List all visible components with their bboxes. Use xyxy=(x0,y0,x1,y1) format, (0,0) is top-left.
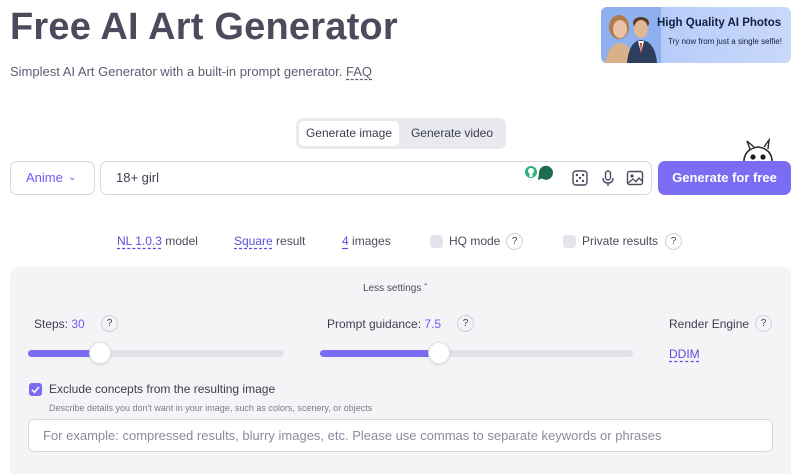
render-engine-label: Render Engine xyxy=(669,317,750,331)
page-title: Free AI Art Generator xyxy=(10,6,398,48)
steps-value: 30 xyxy=(71,317,85,331)
prompt-text: 18+ girl xyxy=(116,170,159,185)
dice-icon[interactable] xyxy=(571,169,589,187)
private-results-label: Private results xyxy=(582,234,659,248)
exclude-concepts-label: Exclude concepts from the resulting imag… xyxy=(49,382,276,396)
hq-mode-help-icon[interactable]: ? xyxy=(506,233,523,250)
guidance-slider[interactable] xyxy=(320,342,633,364)
images-suffix: images xyxy=(352,234,391,248)
ad-title: High Quality AI Photos xyxy=(657,17,782,29)
subtitle-text: Simplest AI Art Generator with a built-i… xyxy=(10,64,343,79)
generate-button[interactable]: Generate for free xyxy=(658,161,791,195)
ad-people-image xyxy=(601,7,661,63)
negative-prompt-input[interactable] xyxy=(28,419,773,452)
render-engine-select[interactable]: DDIM xyxy=(669,347,700,361)
private-results-checkbox[interactable] xyxy=(563,235,576,248)
checkmark-icon xyxy=(31,386,40,394)
style-value: Anime xyxy=(26,170,63,185)
style-select[interactable]: Anime ⌄ xyxy=(10,161,95,195)
hq-mode-checkbox[interactable] xyxy=(430,235,443,248)
hq-mode-label: HQ mode xyxy=(449,234,501,248)
private-results-help-icon[interactable]: ? xyxy=(665,233,682,250)
images-count-select[interactable]: 4 xyxy=(342,234,349,248)
result-select[interactable]: Square xyxy=(234,234,273,248)
guidance-value: 7.5 xyxy=(424,317,442,331)
result-option: Square result xyxy=(234,234,305,248)
faq-link[interactable]: FAQ xyxy=(346,64,372,79)
guidance-help-icon[interactable]: ? xyxy=(457,315,474,332)
chevron-up-icon: ˆ xyxy=(424,283,428,294)
tab-generate-image[interactable]: Generate image xyxy=(299,121,399,146)
guidance-label-group: Prompt guidance: 7.5 xyxy=(327,317,441,331)
steps-slider-handle[interactable] xyxy=(89,342,111,364)
lightbulb-chat-icon[interactable] xyxy=(523,165,555,181)
steps-help-icon[interactable]: ? xyxy=(101,315,118,332)
render-engine-help-icon[interactable]: ? xyxy=(755,315,772,332)
exclude-concepts-description: Describe details you don't want in your … xyxy=(49,403,373,413)
exclude-concepts-checkbox[interactable] xyxy=(29,383,42,396)
less-settings-label: Less settings xyxy=(363,283,422,294)
tab-generate-video[interactable]: Generate video xyxy=(402,121,502,146)
ad-banner[interactable]: High Quality AI Photos Try now from just… xyxy=(601,7,791,63)
result-suffix: result xyxy=(276,234,306,248)
model-select[interactable]: NL 1.0.3 xyxy=(117,234,162,248)
less-settings-toggle[interactable]: Less settings ˆ xyxy=(363,283,428,294)
guidance-label: Prompt guidance: xyxy=(327,317,422,331)
mode-tabs: Generate image Generate video xyxy=(296,118,506,149)
guidance-slider-fill xyxy=(320,350,439,357)
prompt-input[interactable]: 18+ girl xyxy=(100,161,652,195)
steps-label-group: Steps: 30 xyxy=(34,317,85,331)
microphone-icon[interactable] xyxy=(599,169,617,187)
images-option: 4 images xyxy=(342,234,391,248)
model-option: NL 1.0.3 model xyxy=(117,234,198,248)
page-subtitle: Simplest AI Art Generator with a built-i… xyxy=(10,64,372,79)
guidance-slider-handle[interactable] xyxy=(428,342,450,364)
chevron-down-icon: ⌄ xyxy=(68,172,77,183)
ad-subtitle: Try now from just a single selfie! xyxy=(668,37,782,46)
image-icon[interactable] xyxy=(626,169,644,187)
steps-label: Steps: xyxy=(34,317,69,331)
steps-slider[interactable] xyxy=(28,342,284,364)
model-suffix: model xyxy=(165,234,198,248)
